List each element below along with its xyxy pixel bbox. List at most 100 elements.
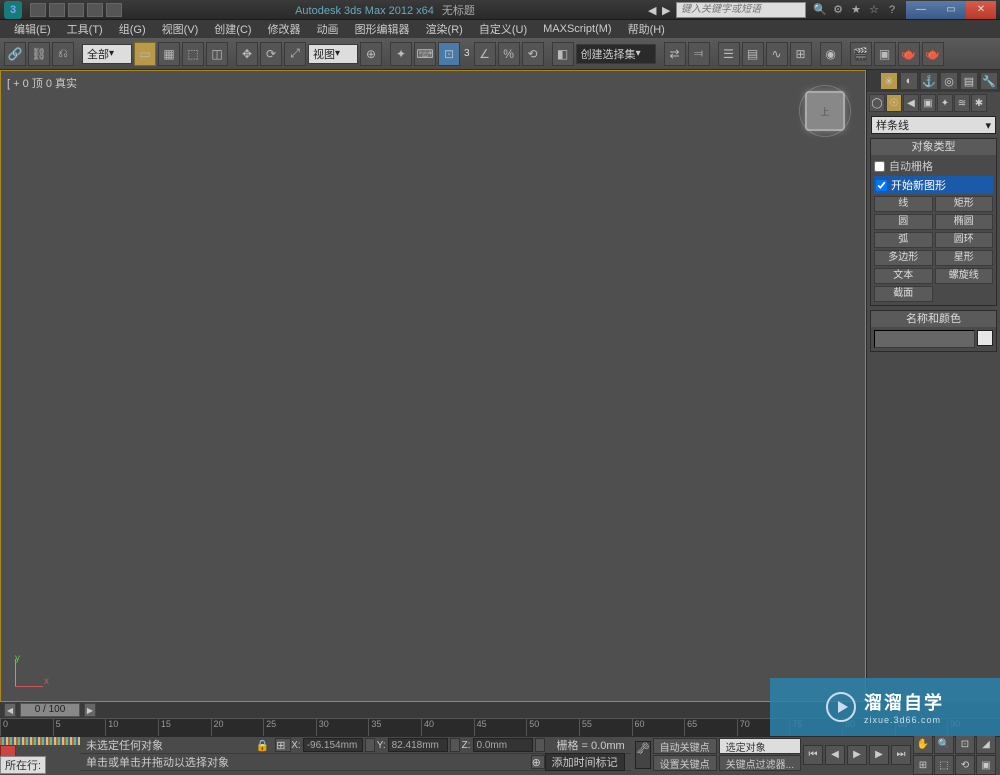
render-prod-icon[interactable]: 🫖 [922,42,944,66]
curve-editor-icon[interactable]: ∿ [766,42,788,66]
shape-button[interactable]: 椭圆 [935,214,994,230]
menu-item[interactable]: 渲染(R) [418,21,471,37]
lights-cat-icon[interactable]: ◀ [903,94,919,112]
object-color-swatch[interactable] [977,330,993,346]
exchange-icon[interactable]: ☆ [866,2,882,18]
systems-cat-icon[interactable]: ✱ [971,94,987,112]
selection-filter-combo[interactable]: 全部 ▾ [82,44,132,64]
select-icon[interactable]: ▭ [134,42,156,66]
shape-button[interactable]: 截面 [874,286,933,302]
menu-item[interactable]: MAXScript(M) [535,23,619,35]
goto-start-icon[interactable]: ⏮ [803,745,823,765]
pan-icon[interactable]: ✋ [913,734,933,754]
menu-item[interactable]: 自定义(U) [471,21,535,37]
spinner-snap-icon[interactable]: ⟲ [522,42,544,66]
lock-icon[interactable]: 🔒 [256,739,270,752]
maximize-viewport-icon[interactable]: ▣ [976,755,996,775]
viewport-label[interactable]: [ + 0 顶 0 真实 [7,75,77,91]
search-input[interactable] [676,2,806,18]
unlink-icon[interactable]: ⛓ [28,42,50,66]
open-icon[interactable] [49,3,65,17]
search-next-icon[interactable]: ▶ [662,4,674,16]
align-icon[interactable]: ⫤ [688,42,710,66]
y-input[interactable] [388,738,448,752]
motion-tab-icon[interactable]: ◎ [940,72,958,90]
z-input[interactable] [473,738,533,752]
select-region-icon[interactable]: ⬚ [182,42,204,66]
menu-item[interactable]: 修改器 [260,21,309,37]
helpers-cat-icon[interactable]: ✦ [937,94,953,112]
graphite-icon[interactable]: ▤ [742,42,764,66]
bind-icon[interactable]: ⎌ [52,42,74,66]
menu-item[interactable]: 工具(T) [59,21,111,37]
modify-tab-icon[interactable]: ◐ [900,72,918,90]
transform-type-icon[interactable]: ⊞ [275,738,291,752]
communication-icon[interactable]: ⚙ [830,2,846,18]
add-time-tag[interactable]: 添加时间标记 [545,753,625,771]
cameras-cat-icon[interactable]: ▣ [920,94,936,112]
zoom-icon[interactable]: 🔍 [934,734,954,754]
shape-button[interactable]: 螺旋线 [935,268,994,284]
viewport[interactable]: [ + 0 顶 0 真实 上 yx [0,70,866,702]
time-next-icon[interactable]: ▶ [84,703,96,717]
rotate-icon[interactable]: ⟳ [260,42,282,66]
shape-button[interactable]: 圆环 [935,232,994,248]
favorites-icon[interactable]: ★ [848,2,864,18]
key-filters-button[interactable]: 关键点过滤器... [719,755,801,771]
geometry-cat-icon[interactable]: ◯ [869,94,885,112]
new-icon[interactable] [30,3,46,17]
orbit-icon[interactable]: ⟲ [955,755,975,775]
menu-item[interactable]: 编辑(E) [6,21,59,37]
snap-toggle-icon[interactable]: ⊡ [438,42,460,66]
shape-button[interactable]: 圆 [874,214,933,230]
prev-frame-icon[interactable]: ◀ [825,745,845,765]
pivot-icon[interactable]: ⊕ [360,42,382,66]
minimize-button[interactable]: — [906,1,936,19]
binoculars-icon[interactable]: 🔍 [812,2,828,18]
shape-button[interactable]: 线 [874,196,933,212]
edit-named-sel-icon[interactable]: ◧ [552,42,574,66]
material-editor-icon[interactable]: ◉ [820,42,842,66]
shape-button[interactable]: 文本 [874,268,933,284]
y-spinner[interactable] [450,738,460,752]
autogrid-checkbox[interactable] [874,161,885,172]
autokey-button[interactable]: 自动关键点 [653,738,717,754]
key-icon[interactable]: 🗝 [635,741,651,769]
shape-button[interactable]: 星形 [935,250,994,266]
create-tab-icon[interactable]: ✳ [880,72,898,90]
save-icon[interactable] [68,3,84,17]
shape-button[interactable]: 多边形 [874,250,933,266]
menu-item[interactable]: 视图(V) [154,21,207,37]
shapes-cat-icon[interactable]: ☉ [886,94,902,112]
name-color-header[interactable]: 名称和颜色 [871,311,996,327]
shape-button[interactable]: 弧 [874,232,933,248]
move-icon[interactable]: ✥ [236,42,258,66]
subcategory-dropdown[interactable]: 样条线▾ [871,116,996,134]
zoom-extents-icon[interactable]: ⊞ [913,755,933,775]
hierarchy-tab-icon[interactable]: ⚓ [920,72,938,90]
shape-button[interactable]: 矩形 [935,196,994,212]
zoom-all-icon[interactable]: ⊡ [955,734,975,754]
setkey-button[interactable]: 设置关键点 [653,755,717,771]
object-name-input[interactable] [874,330,975,348]
menu-item[interactable]: 帮助(H) [620,21,673,37]
play-icon[interactable]: ▶ [847,745,867,765]
object-type-header[interactable]: 对象类型 [871,139,996,155]
display-tab-icon[interactable]: ▤ [960,72,978,90]
start-new-shape-checkbox[interactable] [876,180,887,191]
fov-icon[interactable]: ◢ [976,734,996,754]
key-target-combo[interactable]: 选定对象 [719,738,801,754]
app-logo[interactable]: 3 [4,1,22,19]
undo-icon[interactable] [87,3,103,17]
x-spinner[interactable] [365,738,375,752]
link-icon[interactable]: 🔗 [4,42,26,66]
render-setup-icon[interactable]: 🎬 [850,42,872,66]
x-input[interactable] [303,738,363,752]
menu-item[interactable]: 动画 [309,21,347,37]
menu-item[interactable]: 组(G) [111,21,154,37]
layers-icon[interactable]: ☰ [718,42,740,66]
spacewarps-cat-icon[interactable]: ≋ [954,94,970,112]
schematic-icon[interactable]: ⊞ [790,42,812,66]
render-icon[interactable]: 🫖 [898,42,920,66]
render-frame-icon[interactable]: ▣ [874,42,896,66]
